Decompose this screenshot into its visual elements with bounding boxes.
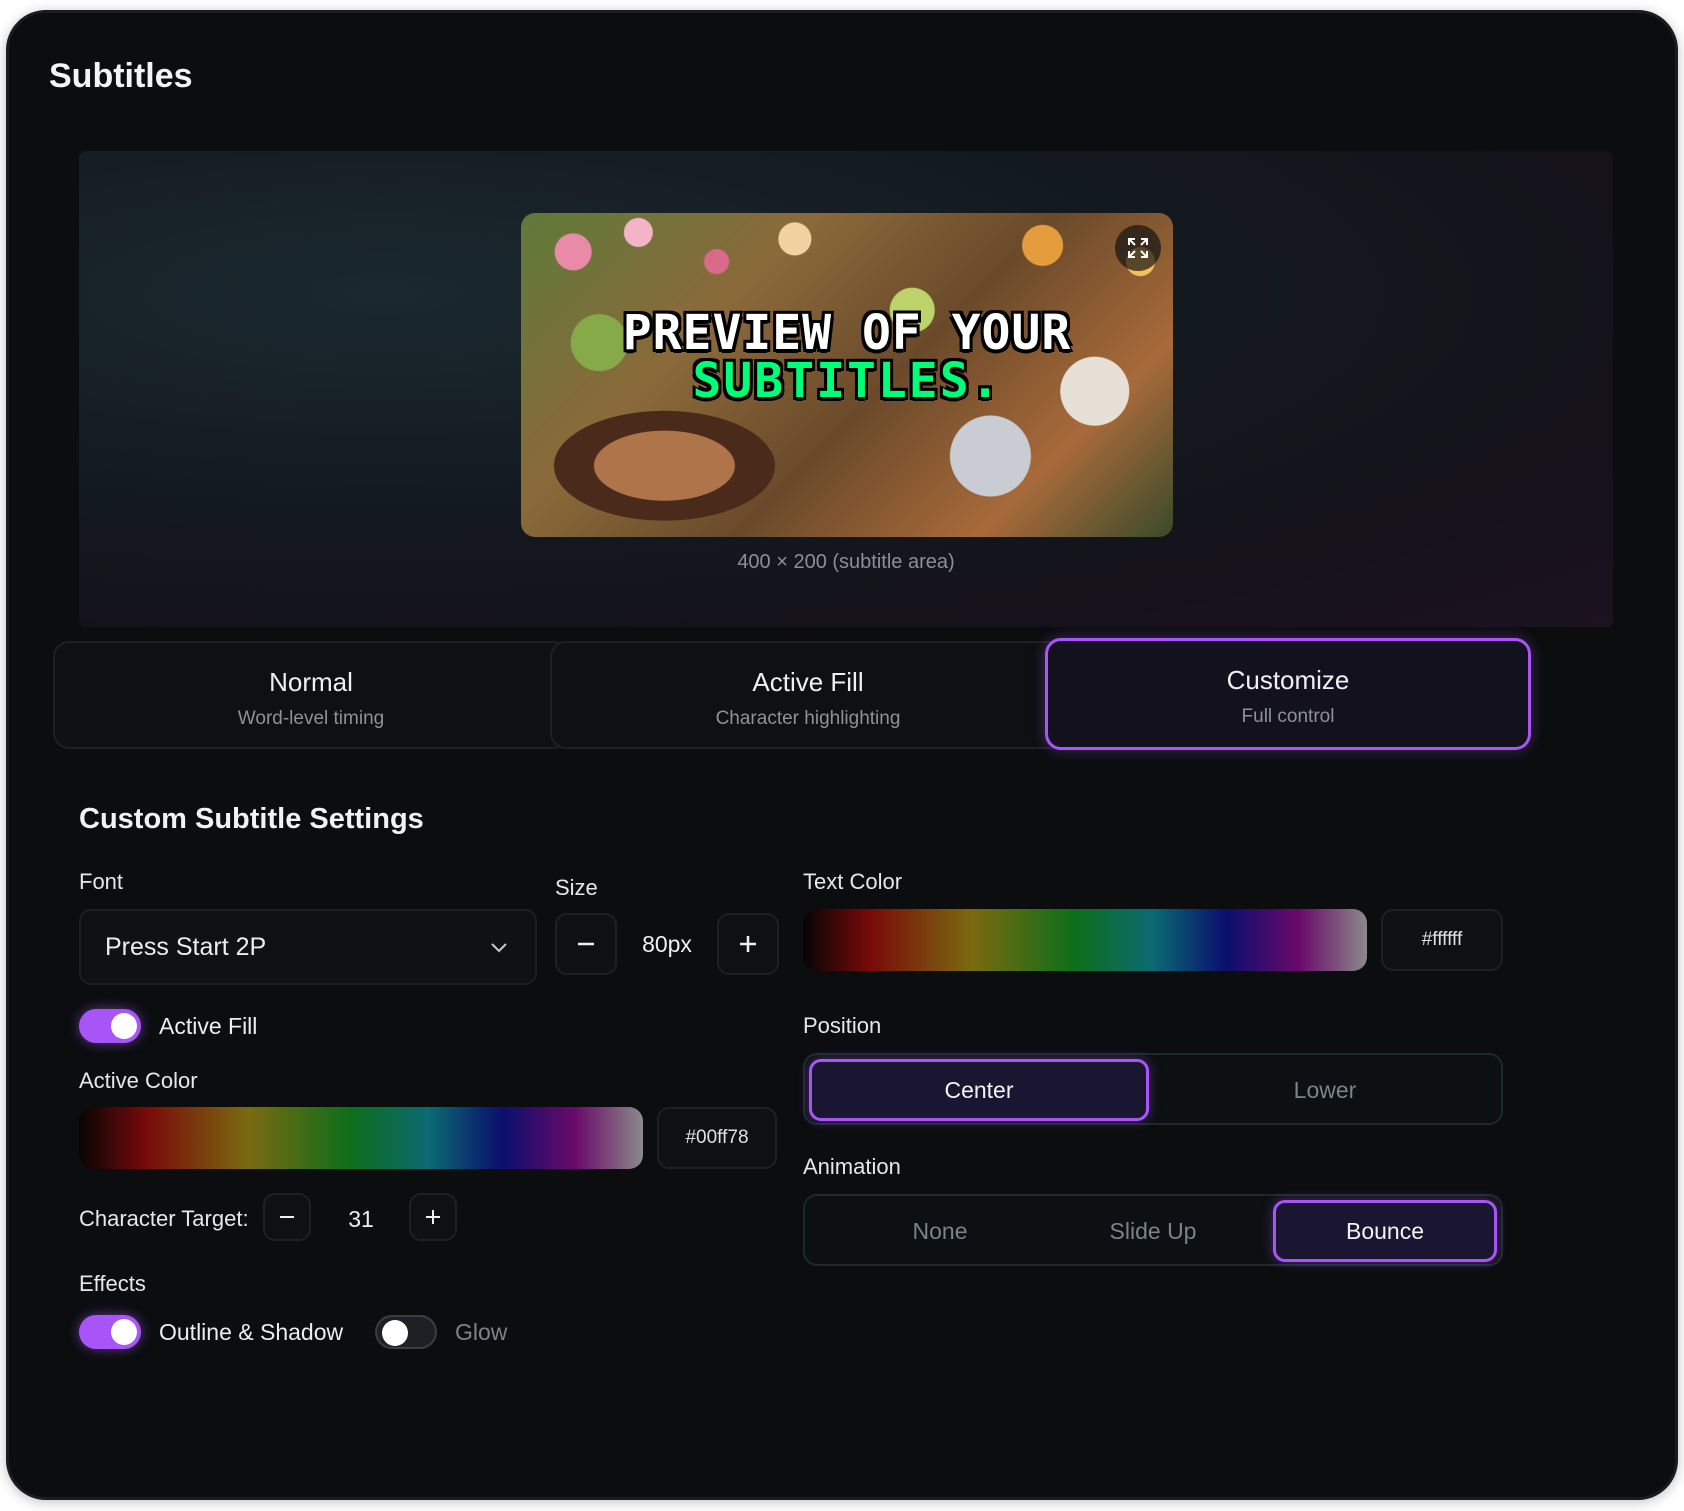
glow-toggle[interactable] xyxy=(375,1315,437,1349)
mode-title: Normal xyxy=(269,667,353,697)
subtitle-preview-image: PREVIEW OF YOUR SUBTITLES. xyxy=(521,213,1173,537)
minus-icon xyxy=(280,1216,294,1218)
animation-label: Animation xyxy=(803,1154,901,1179)
outline-shadow-toggle[interactable] xyxy=(79,1315,141,1349)
plus-icon xyxy=(426,1210,440,1224)
minus-icon xyxy=(578,942,594,946)
text-color-picker[interactable] xyxy=(803,909,1367,971)
size-decrease-button[interactable] xyxy=(555,913,617,975)
size-label: Size xyxy=(555,875,598,900)
preview-size-caption: 400 × 200 (subtitle area) xyxy=(737,551,955,573)
mode-card-normal[interactable]: Normal Word-level timing xyxy=(53,641,569,749)
subtitle-preview-text: PREVIEW OF YOUR SUBTITLES. xyxy=(521,309,1173,405)
effects-label: Effects xyxy=(79,1271,146,1296)
mode-title: Customize xyxy=(1226,665,1350,695)
position-option-lower[interactable]: Lower xyxy=(1155,1059,1495,1121)
subtitle-line-1: PREVIEW OF YOUR xyxy=(622,305,1072,361)
custom-settings-title: Custom Subtitle Settings xyxy=(79,803,424,835)
animation-option-bounce[interactable]: Bounce xyxy=(1273,1200,1497,1262)
active-color-picker[interactable] xyxy=(79,1107,643,1169)
subtitles-panel: Subtitles PREVIEW OF YOUR SUBTITLES. 400… xyxy=(6,10,1678,1500)
animation-option-none[interactable]: None xyxy=(825,1200,1055,1262)
animation-option-slide-up[interactable]: Slide Up xyxy=(1041,1200,1265,1262)
character-target-label: Character Target: xyxy=(79,1206,249,1231)
font-label: Font xyxy=(79,869,124,894)
character-target-value: 31 xyxy=(348,1206,374,1232)
text-color-label: Text Color xyxy=(803,869,903,894)
mode-subtitle: Character highlighting xyxy=(715,708,901,729)
outline-shadow-label: Outline & Shadow xyxy=(159,1319,344,1345)
active-fill-toggle[interactable] xyxy=(79,1009,141,1043)
size-increase-button[interactable] xyxy=(717,913,779,975)
character-target-increase-button[interactable] xyxy=(409,1193,457,1241)
active-fill-label: Active Fill xyxy=(159,1013,258,1039)
mode-title: Active Fill xyxy=(752,667,864,697)
plus-icon xyxy=(740,936,756,952)
chevron-down-icon xyxy=(491,943,507,953)
subtitle-line-2: SUBTITLES. xyxy=(692,353,1002,409)
glow-label: Glow xyxy=(455,1319,508,1345)
position-option-center[interactable]: Center xyxy=(809,1059,1149,1121)
mode-subtitle: Full control xyxy=(1241,706,1335,727)
font-select[interactable]: Press Start 2P xyxy=(79,909,537,985)
size-value: 80px xyxy=(642,931,692,957)
subtitle-mode-selector: Normal Word-level timing Active Fill Cha… xyxy=(53,638,1649,753)
position-segmented-control: Center Lower xyxy=(803,1053,1503,1125)
font-select-value: Press Start 2P xyxy=(105,932,267,961)
expand-preview-button[interactable] xyxy=(1115,225,1161,271)
position-label: Position xyxy=(803,1013,882,1038)
preview-area: PREVIEW OF YOUR SUBTITLES. 400 × 200 (su… xyxy=(79,151,1613,627)
text-color-hex-input[interactable]: #ffffff xyxy=(1381,909,1503,971)
mode-card-customize[interactable]: Customize Full control xyxy=(1045,638,1531,750)
character-target-decrease-button[interactable] xyxy=(263,1193,311,1241)
active-color-hex-input[interactable]: #00ff78 xyxy=(657,1107,777,1169)
panel-title: Subtitles xyxy=(49,57,193,95)
expand-icon xyxy=(1128,238,1148,258)
mode-card-active-fill[interactable]: Active Fill Character highlighting xyxy=(550,641,1066,749)
animation-segmented-control: None Slide Up Bounce xyxy=(803,1194,1503,1266)
mode-subtitle: Word-level timing xyxy=(237,708,385,729)
active-color-label: Active Color xyxy=(79,1068,198,1093)
